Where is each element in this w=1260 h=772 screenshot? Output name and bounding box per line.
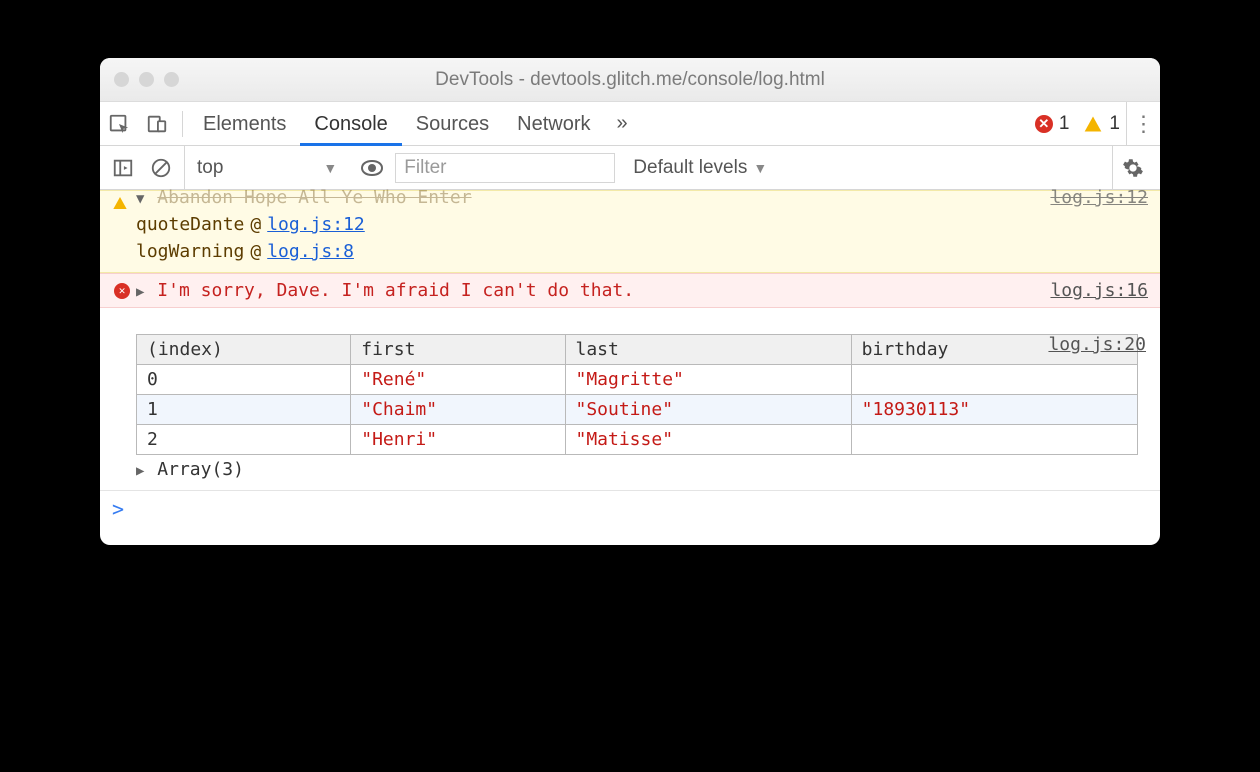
disclosure-triangle-icon[interactable]: ▶ [136,284,144,300]
warning-count: 1 [1109,113,1120,135]
tab-console[interactable]: Console [300,102,401,146]
source-link[interactable]: log.js:12 [1050,187,1148,208]
table-cell: "18930113" [851,395,1137,425]
table-cell: "Matisse" [565,425,851,455]
toggle-device-icon[interactable] [138,102,176,146]
console-table: (index) first last birthday 0 "René" "Ma… [136,334,1138,455]
toggle-drawer-icon[interactable] [108,153,138,183]
devtools-tabbar: Elements Console Sources Network » ✕ 1 1… [100,102,1160,146]
clear-console-icon[interactable] [146,153,176,183]
window-title: DevTools - devtools.glitch.me/console/lo… [100,69,1160,91]
table-header[interactable]: (index) [137,335,351,365]
table-row[interactable]: 1 "Chaim" "Soutine" "18930113" [137,395,1138,425]
inspect-element-icon[interactable] [100,102,138,146]
log-levels-select[interactable]: Default levels ▼ [623,157,777,179]
chevron-down-icon: ▼ [323,160,337,176]
more-tabs-icon[interactable]: » [605,112,640,135]
array-label: Array(3) [157,459,244,480]
filter-input[interactable] [395,153,615,183]
tab-network[interactable]: Network [503,102,604,146]
tab-sources[interactable]: Sources [402,102,503,146]
console-warning-row[interactable]: ▼ Abandon Hope All Ye Who Enter quoteDan… [100,190,1160,273]
table-cell: "Soutine" [565,395,851,425]
table-cell: "Magritte" [565,365,851,395]
live-expression-icon[interactable] [357,153,387,183]
source-link[interactable]: log.js:20 [1048,334,1146,355]
error-icon: ✕ [1035,115,1053,133]
context-value: top [197,157,223,179]
disclosure-triangle-icon[interactable]: ▶ [136,463,144,479]
error-count: 1 [1059,113,1070,135]
console-table-row: log.js:20 (index) first last birthday 0 … [100,334,1160,490]
status-badges[interactable]: ✕ 1 1 [1035,113,1126,135]
settings-menu-icon[interactable]: ⋮ [1126,102,1160,146]
console-toolbar: top ▼ Default levels ▼ [100,146,1160,190]
divider [182,111,183,137]
close-window-button[interactable] [114,72,129,87]
array-summary[interactable]: ▶ Array(3) [136,455,1148,486]
warning-icon [112,195,132,211]
chevron-down-icon: ▼ [753,160,767,176]
console-output: ▼ Abandon Hope All Ye Who Enter quoteDan… [100,190,1160,545]
devtools-window: DevTools - devtools.glitch.me/console/lo… [100,58,1160,545]
zoom-window-button[interactable] [164,72,179,87]
table-cell: 0 [137,365,351,395]
table-row[interactable]: 0 "René" "Magritte" [137,365,1138,395]
table-header[interactable]: first [351,335,565,365]
minimize-window-button[interactable] [139,72,154,87]
warning-icon [1083,114,1103,134]
table-header[interactable]: last [565,335,851,365]
prompt-chevron-icon: > [112,497,124,521]
table-cell: 1 [137,395,351,425]
execution-context-select[interactable]: top ▼ [184,146,349,189]
table-cell: "Chaim" [351,395,565,425]
error-icon: ✕ [112,278,132,299]
table-cell: "René" [351,365,565,395]
table-cell: "Henri" [351,425,565,455]
stack-at: @ [250,241,261,262]
table-cell: 2 [137,425,351,455]
stack-fn: quoteDante [136,214,244,235]
stack-link[interactable]: log.js:12 [267,214,365,235]
traffic-lights [100,72,179,87]
table-cell [851,365,1137,395]
console-error-row[interactable]: ✕ ▶ I'm sorry, Dave. I'm afraid I can't … [100,273,1160,308]
stack-fn: logWarning [136,241,244,262]
tab-elements[interactable]: Elements [189,102,300,146]
source-link[interactable]: log.js:16 [1050,280,1148,301]
stack-at: @ [250,214,261,235]
titlebar: DevTools - devtools.glitch.me/console/lo… [100,58,1160,102]
levels-label: Default levels [633,157,747,179]
console-prompt[interactable]: > [100,490,1160,545]
error-message: I'm sorry, Dave. I'm afraid I can't do t… [157,280,634,301]
console-settings-icon[interactable] [1112,146,1152,189]
table-cell [851,425,1137,455]
table-row[interactable]: 2 "Henri" "Matisse" [137,425,1138,455]
stack-link[interactable]: log.js:8 [267,241,354,262]
disclosure-triangle-icon[interactable]: ▼ [136,191,144,207]
warning-message: Abandon Hope All Ye Who Enter [157,187,471,208]
